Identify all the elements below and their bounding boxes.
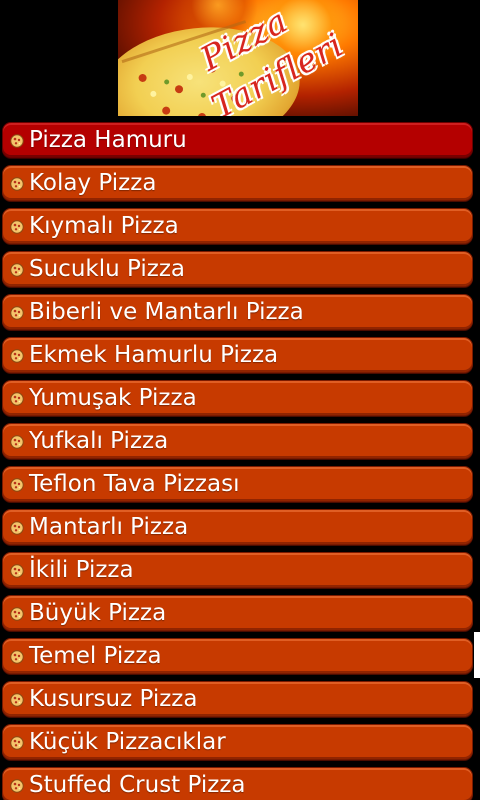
recipe-list[interactable]: Pizza Hamuru Kolay Pizza Kıymalı Pizza Sucu… — [0, 122, 480, 800]
pizza-icon — [10, 477, 24, 492]
list-item[interactable]: Teflon Tava Pizzası — [2, 466, 473, 502]
pizza-icon — [10, 606, 24, 621]
list-item[interactable]: Kusursuz Pizza — [2, 681, 473, 717]
pizza-icon — [10, 219, 24, 234]
list-item-label: Yumuşak Pizza — [29, 385, 197, 411]
list-item[interactable]: Stuffed Crust Pizza — [2, 767, 473, 800]
pizza-icon — [10, 735, 24, 750]
list-item[interactable]: Mantarlı Pizza — [2, 509, 473, 545]
list-item[interactable]: Biberli ve Mantarlı Pizza — [2, 294, 473, 330]
pizza-icon — [10, 305, 24, 320]
list-item[interactable]: Sucuklu Pizza — [2, 251, 473, 287]
header-banner-image: Pizza Tarifleri — [118, 0, 358, 116]
list-item[interactable]: Küçük Pizzacıklar — [2, 724, 473, 760]
list-item-label: Ekmek Hamurlu Pizza — [29, 342, 279, 368]
list-item-label: Sucuklu Pizza — [29, 256, 185, 282]
list-item-label: Yufkalı Pizza — [29, 428, 169, 454]
list-item-label: Stuffed Crust Pizza — [29, 772, 246, 798]
list-item-label: Temel Pizza — [29, 643, 162, 669]
pizza-icon — [10, 563, 24, 578]
list-item[interactable]: Yumuşak Pizza — [2, 380, 473, 416]
list-item-label: Kusursuz Pizza — [29, 686, 198, 712]
list-item-label: Teflon Tava Pizzası — [29, 471, 240, 497]
list-item-label: Kıymalı Pizza — [29, 213, 179, 239]
list-item[interactable]: Temel Pizza — [2, 638, 473, 674]
list-item-label: Kolay Pizza — [29, 170, 157, 196]
list-item-label: İkili Pizza — [29, 557, 134, 583]
pizza-icon — [10, 520, 24, 535]
list-item-label: Büyük Pizza — [29, 600, 167, 626]
scrollbar[interactable] — [474, 632, 480, 678]
pizza-icon — [10, 391, 24, 406]
list-item-label: Mantarlı Pizza — [29, 514, 189, 540]
pizza-icon — [10, 692, 24, 707]
list-item[interactable]: İkili Pizza — [2, 552, 473, 588]
pizza-icon — [10, 649, 24, 664]
pizza-icon — [10, 262, 24, 277]
pizza-icon — [10, 434, 24, 449]
list-item-label: Küçük Pizzacıklar — [29, 729, 226, 755]
pizza-icon — [10, 348, 24, 363]
list-item[interactable]: Kolay Pizza — [2, 165, 473, 201]
list-item[interactable]: Ekmek Hamurlu Pizza — [2, 337, 473, 373]
topping — [197, 112, 207, 116]
list-item[interactable]: Büyük Pizza — [2, 595, 473, 631]
topping — [161, 106, 171, 116]
app-screen: Pizza Tarifleri Pizza Hamuru Kolay Pizza K… — [0, 0, 480, 800]
list-item[interactable]: Pizza Hamuru — [2, 122, 473, 158]
list-item[interactable]: Yufkalı Pizza — [2, 423, 473, 459]
list-item-label: Biberli ve Mantarlı Pizza — [29, 299, 304, 325]
pizza-icon — [10, 778, 24, 793]
pizza-icon — [10, 133, 24, 148]
pizza-icon — [10, 176, 24, 191]
list-item[interactable]: Kıymalı Pizza — [2, 208, 473, 244]
list-item-label: Pizza Hamuru — [29, 127, 187, 153]
